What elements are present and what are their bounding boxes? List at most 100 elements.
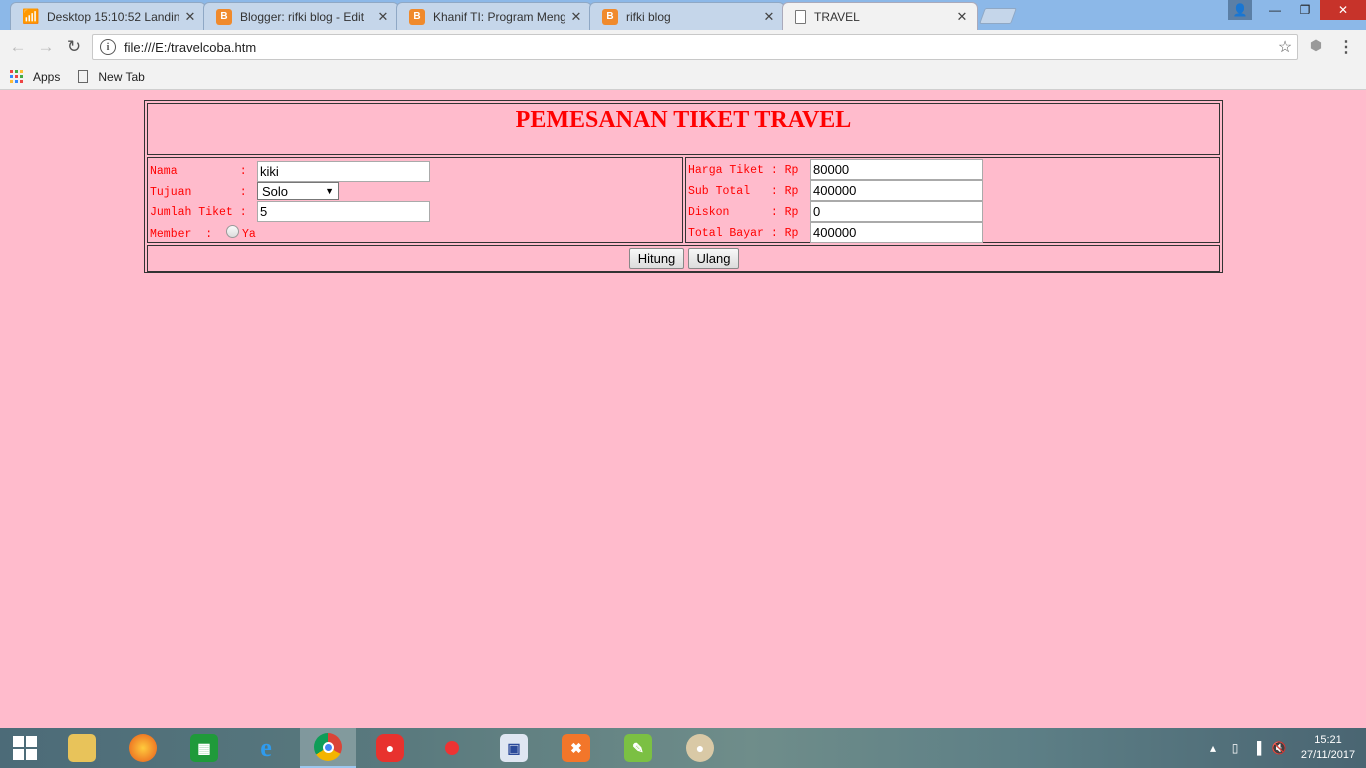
- form-table: PEMESANAN TIKET TRAVEL Nama : Tujuan : S…: [144, 100, 1223, 273]
- app-red-icon: ●: [376, 734, 404, 762]
- tujuan-label: Tujuan :: [150, 186, 247, 199]
- clock[interactable]: 15:21 27/11/2017: [1290, 733, 1366, 763]
- blogger-icon: B: [409, 8, 425, 25]
- tab-title: Desktop 15:10:52 Landin: [47, 9, 179, 24]
- jumlah-tiket-input[interactable]: [257, 201, 430, 222]
- taskbar: ▦ e ● ▣ ✖ ✎ ● ▴ ▯ ▐ 🔇 15:21 27/11/2017: [0, 728, 1366, 768]
- bookmark-star-icon[interactable]: ☆: [1273, 37, 1297, 57]
- taskbar-store[interactable]: ▦: [176, 728, 232, 768]
- harga-tiket-input[interactable]: [810, 159, 983, 180]
- customer-cell: Nama : Tujuan : Solo ▼ Jumlah Tiket : Me…: [147, 157, 683, 243]
- window-close-button[interactable]: ✕: [1320, 0, 1366, 20]
- chrome-icon: [314, 733, 342, 761]
- new-tab-button[interactable]: [979, 8, 1017, 24]
- nama-input[interactable]: [257, 161, 430, 182]
- signal-icon[interactable]: ▐: [1246, 741, 1268, 755]
- taskbar-firefox[interactable]: [115, 728, 171, 768]
- wifi-icon: 📶: [22, 8, 40, 24]
- tab-blogger-edit[interactable]: B Blogger: rifki blog - Edit ✕: [203, 2, 399, 30]
- forward-button[interactable]: →: [32, 33, 60, 61]
- taskbar-maps[interactable]: [424, 728, 480, 768]
- header-cell: PEMESANAN TIKET TRAVEL: [147, 103, 1220, 155]
- taskbar-media[interactable]: ▣: [486, 728, 542, 768]
- taskbar-xampp[interactable]: ✖: [548, 728, 604, 768]
- tab-travel[interactable]: TRAVEL ✕: [782, 2, 978, 31]
- bookmark-label: New Tab: [98, 69, 145, 84]
- browser-titlebar: 📶 Desktop 15:10:52 Landin ✕ B Blogger: r…: [0, 0, 1366, 31]
- media-icon: ▣: [500, 734, 528, 762]
- bookmark-apps[interactable]: Apps: [10, 70, 60, 84]
- bookmark-new-tab[interactable]: New Tab: [78, 69, 145, 84]
- xampp-icon: ✖: [562, 734, 590, 762]
- button-cell: Hitung Ulang: [147, 245, 1220, 272]
- ulang-button[interactable]: Ulang: [688, 248, 739, 269]
- apps-grid-icon: [10, 70, 23, 83]
- taskbar-internet-explorer[interactable]: e: [238, 728, 294, 768]
- internet-explorer-icon: e: [260, 733, 272, 762]
- maps-icon: [438, 734, 466, 762]
- sub-total-label: Sub Total : Rp: [688, 185, 799, 198]
- close-icon[interactable]: ✕: [762, 9, 776, 25]
- taskbar-chrome[interactable]: [300, 728, 356, 768]
- profile-icon[interactable]: 👤: [1228, 0, 1252, 20]
- taskbar-app-red[interactable]: ●: [362, 728, 418, 768]
- taskbar-notepad[interactable]: ✎: [610, 728, 666, 768]
- total-bayar-input[interactable]: [810, 222, 983, 243]
- firefox-icon: [129, 734, 157, 762]
- start-icon: [13, 736, 37, 760]
- close-icon[interactable]: ✕: [183, 9, 197, 25]
- tujuan-selected: Solo: [262, 183, 289, 199]
- tab-khanif[interactable]: B Khanif TI: Program Meng ✕: [396, 2, 592, 30]
- start-button[interactable]: [0, 728, 50, 768]
- paint-icon: ●: [686, 734, 714, 762]
- page-icon: [795, 10, 806, 24]
- page-title: PEMESANAN TIKET TRAVEL: [515, 107, 852, 133]
- address-bar[interactable]: i ☆: [92, 34, 1298, 60]
- tab-desktop[interactable]: 📶 Desktop 15:10:52 Landin ✕: [10, 2, 206, 30]
- back-button[interactable]: ←: [4, 33, 32, 61]
- menu-icon[interactable]: ⋮: [1338, 37, 1354, 57]
- harga-tiket-label: Harga Tiket : Rp: [688, 164, 799, 177]
- page-icon: [78, 70, 89, 83]
- payment-cell: Harga Tiket : Rp Sub Total : Rp Diskon :…: [685, 157, 1220, 243]
- taskbar-file-explorer[interactable]: [54, 728, 110, 768]
- system-tray: ▴ ▯ ▐ 🔇 15:21 27/11/2017: [1202, 728, 1366, 768]
- minimize-button[interactable]: —: [1260, 0, 1290, 20]
- show-hidden-icons-icon[interactable]: ▴: [1202, 741, 1224, 755]
- blogger-icon: B: [602, 8, 618, 25]
- volume-muted-icon[interactable]: 🔇: [1268, 741, 1290, 755]
- bookmarks-bar: Apps New Tab: [0, 64, 1366, 90]
- tujuan-select[interactable]: Solo ▼: [257, 182, 339, 200]
- browser-toolbar: ← → ↻ i ☆: [0, 30, 1366, 64]
- tab-title: Blogger: rifki blog - Edit: [240, 9, 365, 24]
- diskon-input[interactable]: [810, 201, 983, 222]
- tab-title: Khanif TI: Program Meng: [433, 9, 565, 24]
- sub-total-input[interactable]: [810, 180, 983, 201]
- info-icon[interactable]: i: [100, 39, 116, 55]
- hitung-button[interactable]: Hitung: [629, 248, 684, 269]
- device-icon[interactable]: ▯: [1224, 741, 1246, 755]
- close-icon[interactable]: ✕: [955, 9, 969, 25]
- diskon-label: Diskon : Rp: [688, 206, 799, 219]
- address-input[interactable]: [124, 39, 1273, 55]
- restore-button[interactable]: ❐: [1290, 0, 1320, 20]
- extension-icon[interactable]: ⬢: [1306, 37, 1326, 57]
- taskbar-paint[interactable]: ●: [672, 728, 728, 768]
- dropdown-arrow-icon: ▼: [325, 186, 334, 196]
- total-bayar-label: Total Bayar : Rp: [688, 227, 799, 240]
- close-icon[interactable]: ✕: [569, 9, 583, 25]
- member-ya-radio[interactable]: [226, 225, 239, 238]
- window-controls: 👤 — ❐ ✕: [1228, 0, 1366, 20]
- nama-label: Nama :: [150, 165, 247, 178]
- reload-button[interactable]: ↻: [60, 33, 88, 61]
- member-label: Member :: [150, 228, 213, 241]
- notepad-icon: ✎: [624, 734, 652, 762]
- jumlah-tiket-label: Jumlah Tiket :: [150, 206, 247, 219]
- clock-date: 27/11/2017: [1300, 749, 1356, 761]
- tab-title: TRAVEL: [814, 10, 860, 24]
- file-explorer-icon: [68, 734, 96, 762]
- tab-rifki-blog[interactable]: B rifki blog ✕: [589, 2, 785, 30]
- page-content: PEMESANAN TIKET TRAVEL Nama : Tujuan : S…: [0, 91, 1366, 728]
- close-icon[interactable]: ✕: [376, 9, 390, 25]
- store-icon: ▦: [190, 734, 218, 762]
